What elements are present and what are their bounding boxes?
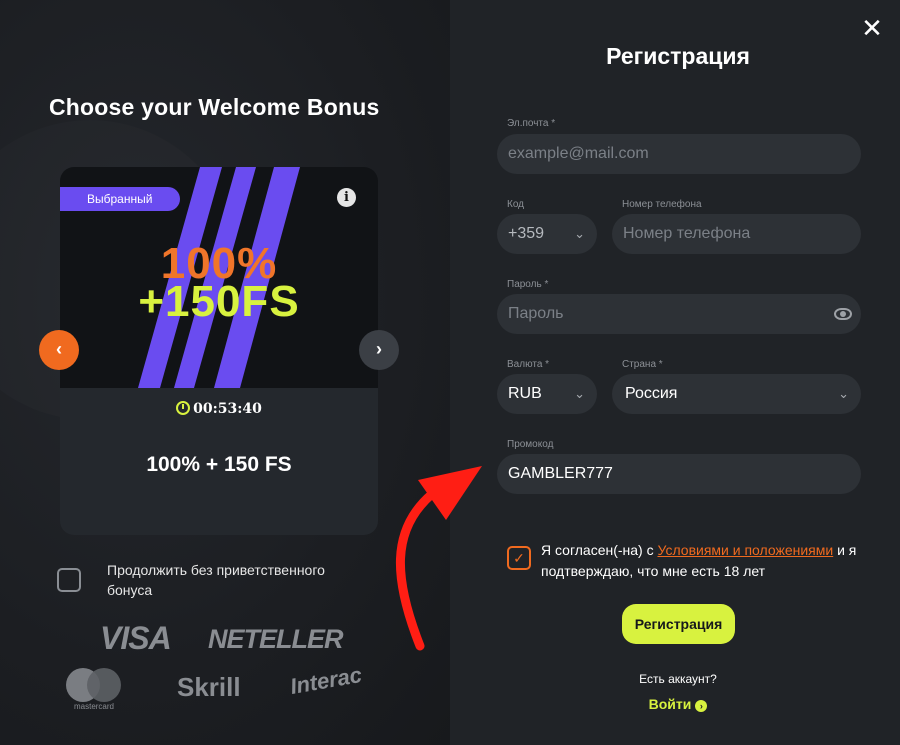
chevron-left-icon: ‹ xyxy=(56,339,62,359)
registration-modal: Choose your Welcome Bonus Выбранный i 10… xyxy=(0,0,900,745)
form-title: Регистрация xyxy=(606,43,750,69)
no-bonus-checkbox[interactable] xyxy=(57,568,81,592)
email-field[interactable]: example@mail.com xyxy=(497,134,861,174)
info-icon[interactable]: i xyxy=(337,188,356,207)
skrill-logo: Skrill xyxy=(177,672,241,702)
chevron-down-icon: ⌄ xyxy=(838,386,849,401)
terms-text: Я согласен(-на) с Условиями и положениям… xyxy=(541,540,861,582)
countdown-timer: 00:53:40 xyxy=(60,401,378,417)
timer-value: 00:53:40 xyxy=(193,401,262,417)
password-placeholder: Пароль xyxy=(508,305,564,322)
country-label: Страна * xyxy=(622,359,663,370)
register-button[interactable]: Регистрация xyxy=(622,604,735,644)
banner-freespins: +150FS xyxy=(138,277,300,326)
stopwatch-icon xyxy=(176,401,191,415)
currency-select[interactable]: RUB ⌄ xyxy=(497,374,597,414)
country-value: Россия xyxy=(625,385,678,402)
login-link[interactable]: Войти › xyxy=(450,696,900,712)
selected-badge: Выбранный xyxy=(60,187,180,211)
chevron-down-icon: ⌄ xyxy=(574,226,585,241)
country-select[interactable]: Россия ⌄ xyxy=(612,374,861,414)
phone-code-select[interactable]: +359 ⌄ xyxy=(497,214,597,254)
phone-code-value: +359 xyxy=(508,225,545,242)
email-label: Эл.почта * xyxy=(507,118,556,129)
terms-link[interactable]: Условиями и положениями xyxy=(658,542,834,558)
no-bonus-label: Продолжить без приветственного бонуса xyxy=(107,562,325,598)
password-label: Пароль * xyxy=(507,279,549,290)
login-label: Войти xyxy=(648,696,692,712)
promo-label: Промокод xyxy=(507,439,554,450)
arrow-right-circle-icon: › xyxy=(695,700,708,712)
visa-logo: VISA xyxy=(100,620,172,656)
interac-logo: Interac xyxy=(288,661,364,700)
password-field[interactable]: Пароль xyxy=(497,294,861,334)
code-label: Код xyxy=(507,199,525,210)
neteller-logo: NETELLER xyxy=(208,624,344,654)
terms-prefix: Я согласен(-на) с xyxy=(541,542,658,558)
mastercard-logo: mastercard xyxy=(66,668,122,711)
phone-label: Номер телефона xyxy=(622,199,702,210)
phone-field[interactable]: Номер телефона xyxy=(612,214,861,254)
have-account-text: Есть аккаунт? xyxy=(639,672,717,686)
bonus-offer-text: 100% + 150 FS xyxy=(146,453,292,476)
mastercard-label: mastercard xyxy=(73,702,114,711)
chevron-right-icon: › xyxy=(376,339,382,359)
next-bonus-button[interactable]: › xyxy=(359,330,399,370)
currency-label: Валюта * xyxy=(507,359,550,370)
bonus-card[interactable]: Выбранный i 100% +150FS 00:53:40 100% + … xyxy=(60,167,378,535)
close-icon[interactable]: ✕ xyxy=(860,15,884,41)
terms-checkbox[interactable]: ✓ xyxy=(507,546,531,570)
promo-code-field[interactable]: GAMBLER777 xyxy=(497,454,861,494)
bonus-banner: Выбранный i 100% +150FS xyxy=(60,167,378,388)
eye-icon[interactable] xyxy=(834,308,852,320)
bonus-panel-title: Choose your Welcome Bonus xyxy=(49,94,380,120)
currency-value: RUB xyxy=(508,385,542,402)
annotation-arrow-icon xyxy=(396,466,482,651)
chevron-down-icon: ⌄ xyxy=(574,386,585,401)
prev-bonus-button[interactable]: ‹ xyxy=(39,330,79,370)
